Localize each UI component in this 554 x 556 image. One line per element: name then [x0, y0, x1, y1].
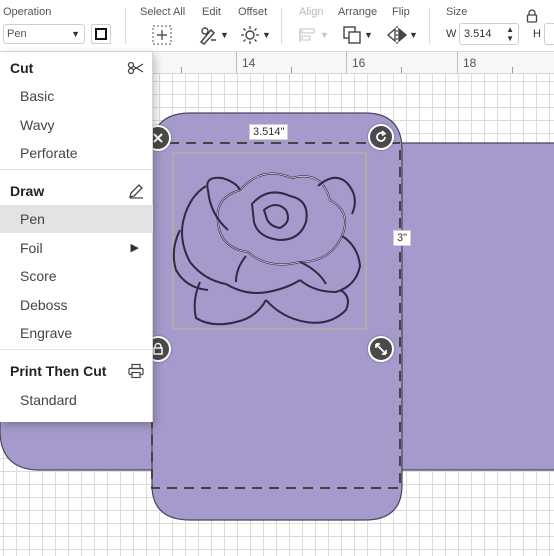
menu-header-draw: Draw [0, 177, 153, 205]
menu-item-wavy[interactable]: Wavy [0, 111, 153, 139]
menu-header-cut: Cut [0, 54, 153, 82]
edit-button[interactable]: ▼ [197, 24, 229, 46]
edit-tools-icon [199, 27, 216, 45]
divider [281, 8, 282, 44]
align-icon [299, 28, 315, 42]
menu-header-print-then-cut: Print Then Cut [0, 357, 153, 385]
divider [429, 8, 430, 44]
edit-label: Edit [202, 6, 221, 18]
width-value: 3.514 [464, 28, 492, 40]
close-icon [153, 133, 163, 143]
chevron-down-icon: ▼ [409, 30, 418, 40]
menu-item-label: Perforate [20, 145, 78, 161]
select-all-button[interactable] [151, 24, 173, 46]
width-dimension-label: 3.514" [249, 124, 289, 140]
arrange-icon [343, 26, 361, 44]
menu-divider [0, 349, 153, 350]
chevron-down-icon: ▼ [71, 29, 80, 39]
menu-item-basic[interactable]: Basic [0, 82, 153, 110]
menu-item-standard[interactable]: Standard [0, 386, 153, 414]
align-button[interactable]: ▼ [297, 24, 329, 46]
align-label: Align [299, 6, 324, 18]
pen-color-swatch[interactable] [91, 24, 111, 44]
menu-header-label: Draw [10, 183, 45, 199]
operation-group: Operation Pen ▼ [0, 0, 120, 52]
rotate-handle[interactable] [368, 124, 394, 150]
color-square-icon [95, 28, 107, 40]
menu-item-foil[interactable]: Foil ▶ [0, 234, 153, 262]
operation-select[interactable]: Pen ▼ [3, 24, 85, 44]
pencil-icon [129, 184, 143, 199]
chevron-down-icon: ▼ [262, 30, 271, 40]
stepper-icon[interactable]: ▲ ▼ [506, 25, 514, 43]
scissors-icon [127, 61, 144, 75]
size-label: Size [446, 6, 468, 18]
chevron-down-icon: ▼ [220, 30, 229, 40]
menu-item-label: Pen [20, 211, 45, 227]
lock-icon[interactable] [526, 9, 538, 28]
width-input[interactable]: 3.514 ▲ ▼ [459, 23, 519, 45]
select-all-label: Select All [140, 6, 186, 18]
menu-header-label: Print Then Cut [10, 363, 107, 379]
flip-icon [386, 26, 408, 44]
flip-label: Flip [392, 6, 410, 18]
lock-icon [153, 342, 163, 355]
chevron-down-icon: ▼ [364, 30, 373, 40]
resize-handle[interactable] [368, 336, 394, 362]
height-input[interactable] [544, 23, 554, 45]
rotate-icon [376, 130, 387, 142]
menu-item-label: Basic [20, 88, 55, 104]
printer-icon [128, 363, 144, 379]
select-all-icon [152, 25, 172, 45]
arrange-button[interactable]: ▼ [341, 24, 373, 46]
menu-item-engrave[interactable]: Engrave [0, 319, 153, 347]
offset-label: Offset [238, 6, 268, 18]
menu-item-pen[interactable]: Pen [0, 205, 153, 233]
offset-button[interactable]: ▼ [239, 24, 271, 46]
operation-dropdown-menu: Cut Basic Wavy Perforate Draw Pen Foil ▶… [0, 52, 153, 422]
height-dimension-label: 3" [393, 230, 412, 246]
flip-button[interactable]: ▼ [386, 24, 418, 46]
menu-header-label: Cut [10, 60, 34, 76]
menu-item-label: Foil [20, 240, 43, 256]
width-label: W [446, 28, 457, 40]
menu-item-label: Wavy [20, 117, 55, 133]
operation-label: Operation [3, 6, 52, 18]
chevron-down-icon: ▼ [320, 30, 329, 40]
menu-item-label: Engrave [20, 325, 73, 341]
height-label: H [533, 28, 541, 40]
resize-icon [375, 343, 387, 355]
offset-icon [241, 26, 259, 44]
menu-item-score[interactable]: Score [0, 262, 153, 290]
menu-item-label: Score [20, 268, 57, 284]
menu-item-label: Deboss [20, 297, 68, 313]
menu-item-perforate[interactable]: Perforate [0, 139, 153, 167]
menu-item-label: Standard [20, 392, 77, 408]
toolbar: Operation Pen ▼ Select All Edit ▼ Offset… [0, 0, 554, 52]
divider [125, 8, 126, 44]
menu-item-deboss[interactable]: Deboss [0, 291, 153, 319]
arrange-label: Arrange [338, 6, 378, 18]
chevron-right-icon: ▶ [130, 242, 139, 254]
menu-divider [0, 169, 153, 170]
operation-value: Pen [7, 28, 27, 40]
